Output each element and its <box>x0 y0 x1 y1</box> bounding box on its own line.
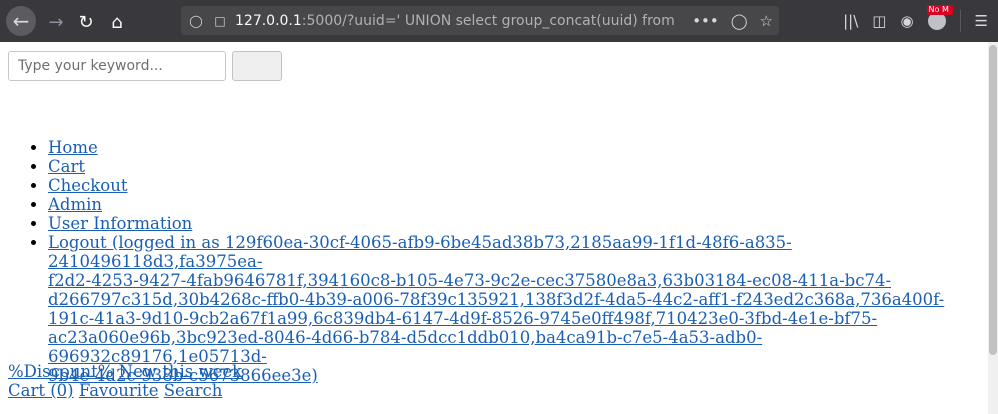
address-bar[interactable]: ◯ □ 127.0.0.1:5000/?uuid=' UNION select … <box>181 6 779 35</box>
url-text[interactable]: 127.0.0.1:5000/?uuid=' UNION select grou… <box>235 13 675 29</box>
menu-item: Checkout <box>48 176 978 195</box>
sidebar-icon[interactable]: ◫ <box>872 12 886 30</box>
search-form <box>8 51 282 81</box>
admin-link[interactable]: Admin <box>48 195 102 214</box>
addon-badge: No M <box>926 5 953 15</box>
cart-count-link[interactable]: Cart (0) <box>8 381 74 400</box>
toolbar-separator <box>959 10 961 32</box>
user-information-link[interactable]: User Information <box>48 214 192 233</box>
logout-text-line: d266797c315d,30b4268c-ffb0-4b39-a006-78f… <box>48 290 945 309</box>
home-icon[interactable]: ⌂ <box>103 8 131 36</box>
shield-icon[interactable]: ◯ <box>187 12 205 30</box>
browser-toolbar: ← → ↻ ⌂ ◯ □ 127.0.0.1:5000/?uuid=' UNION… <box>0 0 998 42</box>
favourite-link[interactable]: Favourite <box>79 381 159 400</box>
new-this-week-link[interactable]: New this week <box>119 362 242 381</box>
footer-links: %Discount% New this week Cart (0) Favour… <box>8 362 242 400</box>
reload-icon[interactable]: ↻ <box>72 8 100 36</box>
library-icon[interactable]: ||\ <box>843 12 858 30</box>
search-link[interactable]: Search <box>164 381 223 400</box>
shop-row: Cart (0) Favourite Search <box>8 381 242 400</box>
search-button[interactable] <box>232 51 282 81</box>
promo-row: %Discount% New this week <box>8 362 242 381</box>
back-icon[interactable]: ← <box>6 6 36 36</box>
menu-item: User Information <box>48 214 978 233</box>
pocket-icon[interactable]: ◯ <box>731 12 748 30</box>
logout-text-line: 191c-41a3-9d10-9cb2a67f1a99,6c839db4-614… <box>48 309 878 328</box>
url-path: :5000/?uuid=' UNION select group_concat(… <box>301 12 675 29</box>
logout-text-line: Logout (logged in as 129f60ea-30cf-4065-… <box>48 233 792 271</box>
discount-link[interactable]: %Discount% <box>8 362 113 381</box>
addon-icon[interactable]: No M <box>926 5 953 30</box>
menu-item: Home <box>48 138 978 157</box>
checkout-link[interactable]: Checkout <box>48 176 127 195</box>
search-input[interactable] <box>8 51 226 81</box>
menu-item: Admin <box>48 195 978 214</box>
account-icon[interactable]: ◉ <box>900 12 913 30</box>
logout-text-line: ac23a060e96b,3bc923ed-8046-4d66-b784-d5d… <box>48 328 763 366</box>
more-icon[interactable]: ••• <box>692 12 719 30</box>
nav-menu: Home Cart Checkout Admin User Informatio… <box>8 138 978 385</box>
scrollbar-thumb[interactable] <box>989 45 997 355</box>
home-link[interactable]: Home <box>48 138 98 157</box>
menu-icon[interactable]: ☰ <box>975 12 988 30</box>
cart-link[interactable]: Cart <box>48 157 85 176</box>
page-content: Home Cart Checkout Admin User Informatio… <box>0 42 998 414</box>
url-host: 127.0.0.1 <box>235 12 302 29</box>
menu-item: Cart <box>48 157 978 176</box>
logout-text-line: f2d2-4253-9427-4fab9646781f,394160c8-b10… <box>48 271 892 290</box>
star-icon[interactable]: ☆ <box>760 12 773 30</box>
page-icon[interactable]: □ <box>211 12 229 30</box>
forward-icon[interactable]: → <box>42 8 70 36</box>
